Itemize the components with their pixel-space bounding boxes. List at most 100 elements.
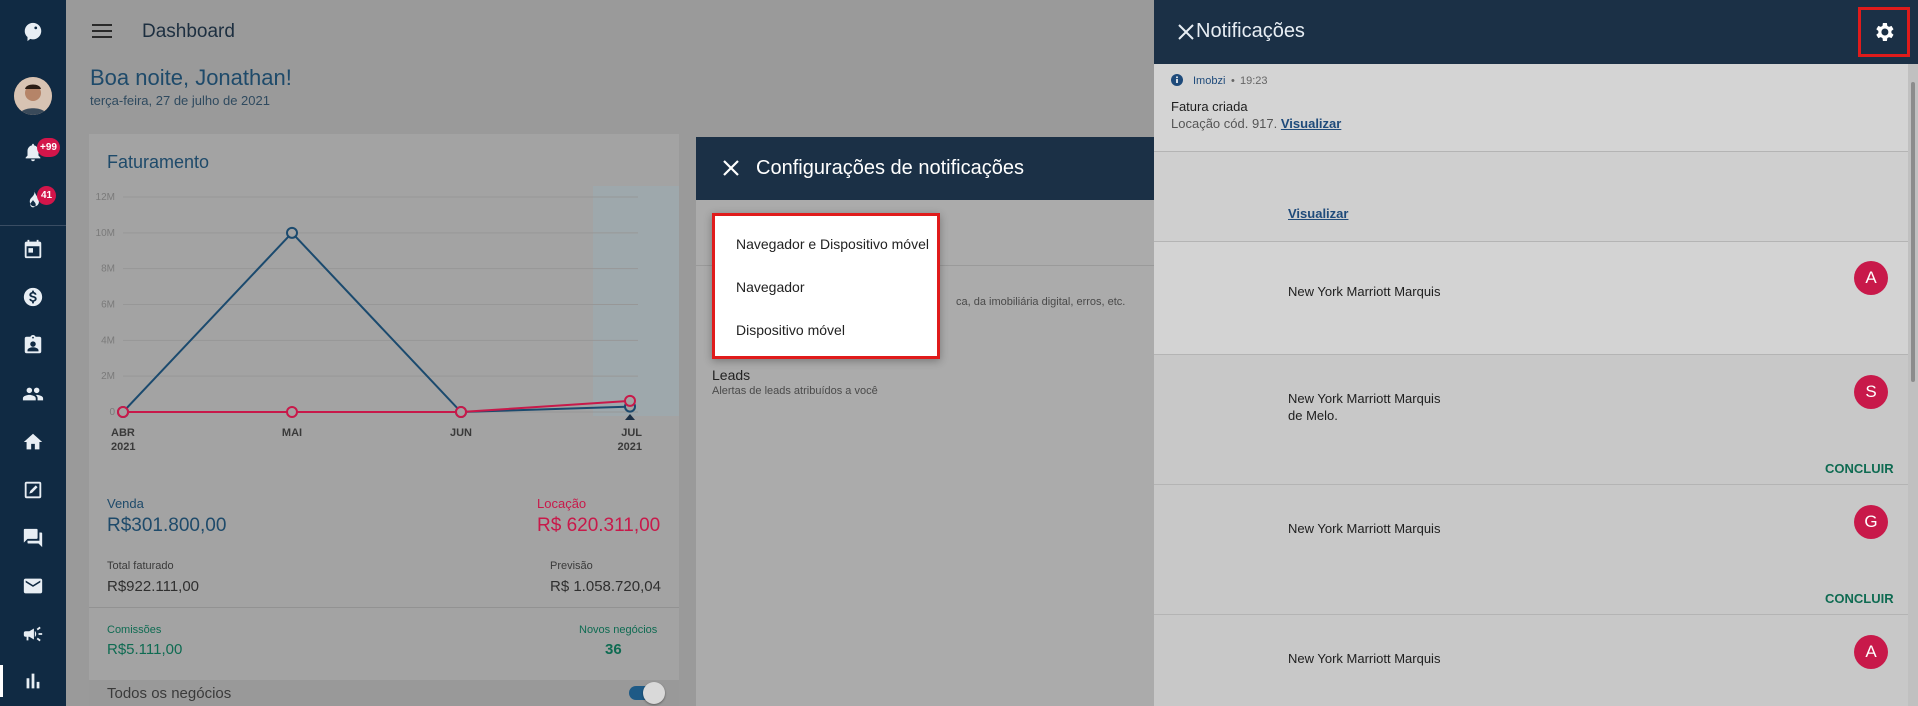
bar-chart-icon[interactable]: [0, 661, 66, 701]
info-icon: [1171, 74, 1183, 86]
current-month-highlight: [593, 186, 679, 416]
notification-item[interactable]: New York Marriott Marquis A: [1154, 615, 1918, 706]
leads-label: Leads: [712, 367, 751, 383]
sidebar: +99 41: [0, 0, 66, 706]
x-tick-label: MAI: [282, 427, 302, 439]
gear-icon: [1876, 23, 1894, 41]
notification-item[interactable]: New York Marriott Marquis G CONCLUIR: [1154, 485, 1918, 615]
series-line: [122, 231, 631, 414]
notification-item[interactable]: Visualizar: [1154, 152, 1918, 242]
all-deals-row: Todos os negócios: [89, 680, 679, 706]
y-tick-label: 10M: [96, 228, 115, 239]
y-tick-label: 0: [109, 407, 115, 418]
forecast-label: Previsão: [550, 560, 593, 572]
new-deals-label: Novos negócios: [579, 624, 658, 636]
sale-value: R$301.800,00: [107, 515, 227, 536]
x-tick-label: JUL: [621, 427, 642, 439]
all-deals-toggle[interactable]: [629, 682, 665, 704]
data-point: [286, 406, 298, 418]
data-point: [455, 406, 467, 418]
billing-title: Faturamento: [107, 152, 210, 172]
settings-button[interactable]: [1858, 7, 1910, 57]
close-icon[interactable]: [722, 159, 740, 177]
chat-icon[interactable]: [0, 518, 66, 558]
flame-icon[interactable]: 41: [0, 180, 66, 220]
notification-item[interactable]: Imobzi • 19:23 Fatura criada Locação cód…: [1154, 64, 1918, 152]
leads-description: Alertas de leads atribuídos a você: [712, 385, 878, 397]
notification-detail: de Melo.: [1288, 408, 1338, 423]
billing-chart: 12M 10M 8M 6M 4M 2M 0 ABR 2021 MAI JUN JUL 2021: [96, 186, 679, 453]
new-deals-value: 36: [605, 641, 622, 658]
notification-location: New York Marriott Marquis: [1288, 391, 1441, 406]
billing-card: Faturamento 12M 10M 8M 6M 4M 2M 0 ABR 2021 MAI JUN…: [89, 134, 679, 706]
commission-label: Comissões: [107, 624, 162, 636]
people-icon[interactable]: [0, 374, 66, 414]
option-browser-and-mobile[interactable]: Navegador e Dispositivo móvel: [736, 236, 929, 252]
total-label: Total faturado: [107, 560, 174, 572]
option-mobile[interactable]: Dispositivo móvel: [736, 322, 845, 338]
notifications-header: Notificações: [1154, 0, 1918, 64]
dollar-icon[interactable]: [0, 277, 66, 317]
commission-value: R$5.111,00: [107, 641, 183, 658]
option-browser[interactable]: Navegador: [736, 279, 805, 295]
y-tick-label: 4M: [101, 335, 115, 346]
notification-item[interactable]: New York Marriott Marquis de Melo. S CON…: [1154, 355, 1918, 485]
stats-divider: [89, 607, 679, 608]
data-point: [624, 394, 636, 407]
channel-dropdown-menu: Navegador e Dispositivo móvel Navegador …: [712, 213, 940, 359]
notification-title: Fatura criada: [1171, 99, 1248, 114]
mail-icon[interactable]: [0, 566, 66, 606]
notification-source: Imobzi: [1193, 75, 1226, 87]
dialog-title: Configurações de notificações: [756, 157, 1024, 179]
notification-body: Locação cód. 917. Visualizar: [1171, 116, 1341, 131]
x-tick-label: 2021: [618, 441, 642, 453]
notification-body-text: Locação cód. 917.: [1171, 116, 1278, 131]
bell-icon[interactable]: +99: [0, 132, 66, 172]
notification-time: 19:23: [1240, 75, 1268, 87]
forecast-value: R$ 1.058.720,04: [550, 578, 661, 595]
avatar: A: [1854, 635, 1888, 669]
view-link[interactable]: Visualizar: [1288, 206, 1348, 221]
page-title: Dashboard: [142, 21, 235, 42]
home-icon[interactable]: [0, 422, 66, 462]
notifications-scrollbar[interactable]: [1908, 64, 1918, 706]
x-tick-label: JUN: [450, 427, 472, 439]
logo-icon[interactable]: [0, 12, 66, 52]
notification-count-badge: +99: [37, 138, 60, 157]
edit-icon[interactable]: [0, 470, 66, 510]
notifications-title: Notificações: [1196, 20, 1305, 42]
notification-separator: •: [1231, 75, 1235, 87]
data-point: [286, 226, 298, 239]
complete-button[interactable]: CONCLUIR: [1825, 461, 1894, 476]
data-point: [117, 406, 129, 418]
avatar: G: [1854, 505, 1888, 539]
sale-label: Venda: [107, 496, 144, 511]
series-line: [123, 399, 631, 413]
clipboard-icon[interactable]: [0, 325, 66, 365]
y-tick-label: 2M: [101, 371, 115, 382]
complete-button[interactable]: CONCLUIR: [1825, 591, 1894, 606]
megaphone-icon[interactable]: [0, 614, 66, 654]
greeting: Boa noite, Jonathan!: [90, 65, 292, 90]
avatar: A: [1854, 261, 1888, 295]
notification-location: New York Marriott Marquis: [1288, 651, 1441, 666]
calendar-icon[interactable]: [0, 229, 66, 269]
all-deals-label: Todos os negócios: [107, 685, 232, 702]
tasks-count-badge: 41: [37, 186, 56, 205]
view-link[interactable]: Visualizar: [1281, 116, 1341, 131]
rent-label: Locação: [537, 496, 587, 511]
notification-item[interactable]: New York Marriott Marquis A: [1154, 242, 1918, 355]
close-notifications-icon[interactable]: [1178, 24, 1194, 40]
avatar[interactable]: [14, 77, 52, 115]
rent-value: R$ 620.311,00: [537, 515, 661, 536]
total-value: R$922.111,00: [107, 578, 200, 595]
y-tick-label: 8M: [101, 264, 115, 275]
menu-icon[interactable]: [92, 24, 112, 40]
y-tick-label: 6M: [101, 300, 115, 311]
x-tick-label: ABR: [111, 427, 135, 439]
notifications-panel: Notificações Imobzi • 19:23 Fatura criad…: [1154, 0, 1918, 706]
current-date: terça-feira, 27 de julho de 2021: [90, 93, 270, 108]
y-tick-label: 12M: [96, 192, 115, 203]
x-tick-label: 2021: [111, 441, 135, 453]
sidebar-divider: [0, 225, 66, 226]
